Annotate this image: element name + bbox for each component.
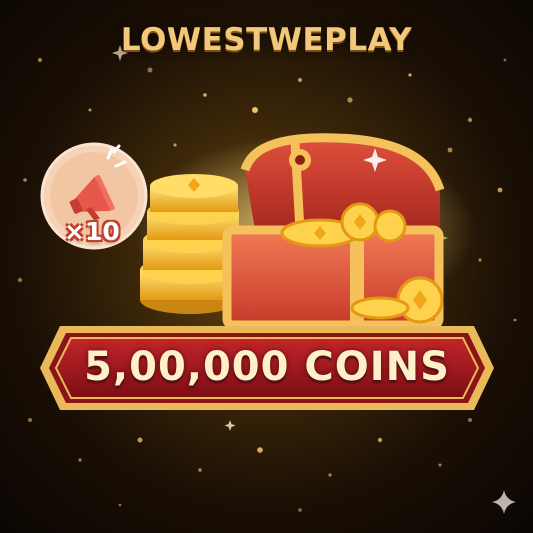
reward-screen: LOWESTWEPLAY ×10 5,00,000 COINS — [0, 0, 533, 533]
treasure-chest-icon — [135, 133, 475, 330]
sparkle-star-icon — [492, 490, 516, 514]
reward-amount-label: 5,00,000 COINS — [84, 344, 450, 390]
page-title: LOWESTWEPLAY — [120, 22, 413, 58]
badge-count-label: ×10 — [64, 217, 120, 246]
